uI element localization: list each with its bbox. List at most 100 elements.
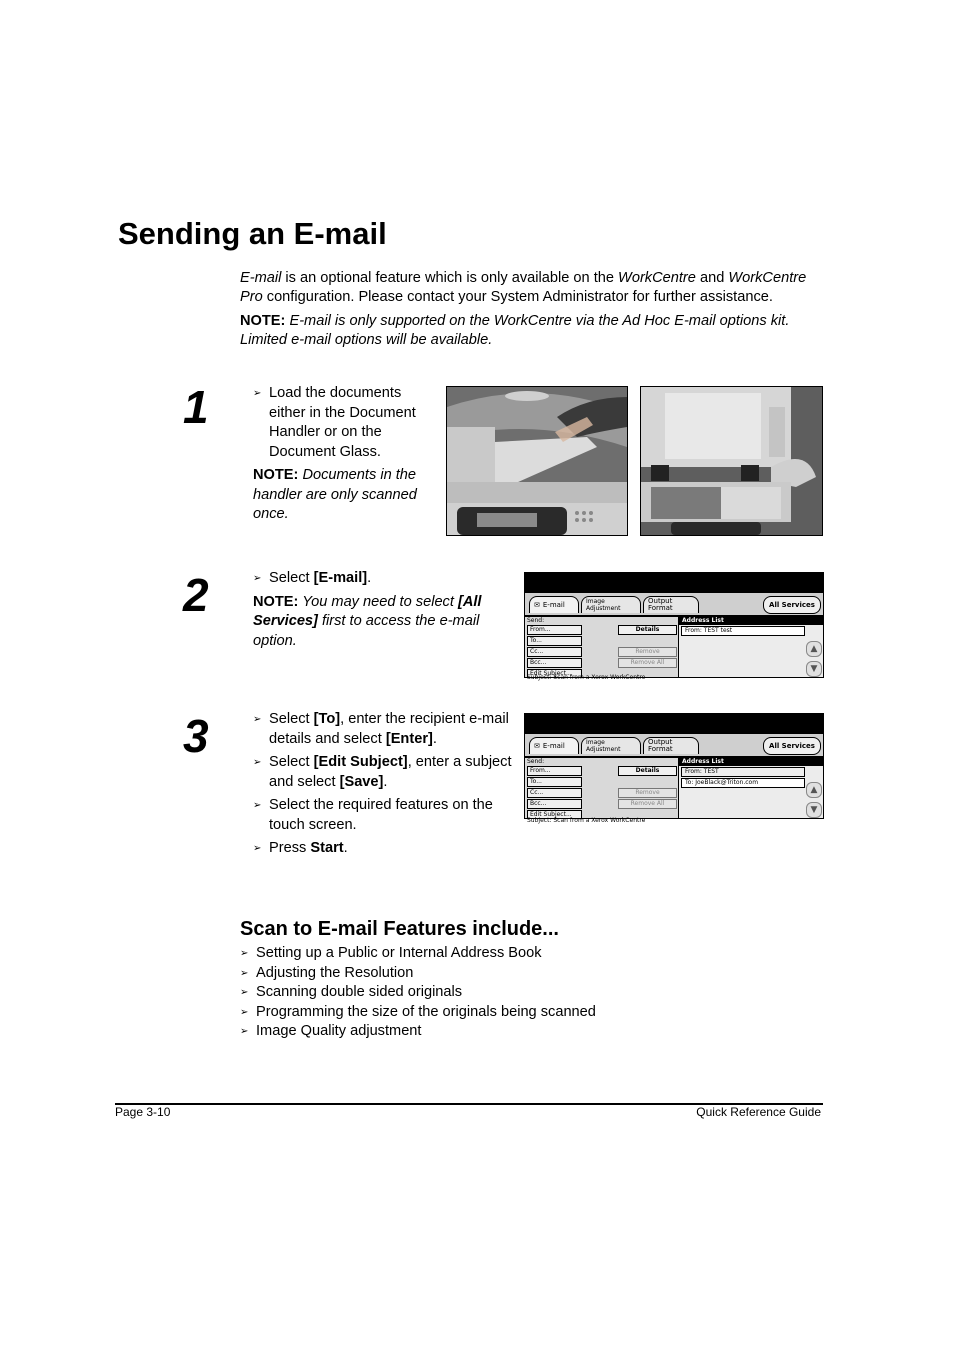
feature-item: ➢ Scanning double sided originals — [240, 983, 596, 1003]
bullet-text: . — [367, 570, 372, 586]
scroll-down-icon[interactable]: ▼ — [806, 661, 822, 677]
features-heading: Scan to E-mail Features include... — [240, 918, 559, 940]
step-3-bullet: ➢ Press Start. — [253, 839, 513, 859]
email-icon: ✉ — [534, 741, 540, 750]
bullet-text: . — [432, 730, 437, 747]
features-section: Scan to E-mail Features include... ➢ Sett… — [240, 918, 596, 1042]
details-button[interactable]: Details — [618, 625, 677, 635]
remove-all-button[interactable]: Remove All — [618, 658, 677, 668]
send-panel: Send: From... To... Cc... Bcc... Edit Su… — [525, 617, 679, 677]
bcc-button[interactable]: Bcc... — [527, 799, 582, 809]
bullet-arrow-icon: ➢ — [253, 388, 262, 399]
step-number-3: 3 — [183, 710, 209, 762]
step-2-bullet: ➢ Select [E-mail]. — [253, 569, 503, 589]
address-list-header: Address List — [679, 758, 823, 766]
feature-item: ➢ Programming the size of the originals b… — [240, 1003, 596, 1023]
step-3-bullet: ➢ Select [Edit Subject], enter a subject … — [253, 753, 513, 792]
bullet-arrow-icon: ➢ — [240, 1026, 249, 1037]
tab-output-format[interactable]: Output Format — [643, 737, 699, 754]
note-text: E-mail is only supported on the WorkCent… — [240, 313, 790, 348]
details-button[interactable]: Details — [618, 766, 677, 776]
intro-paragraph: E-mail is an optional feature which is o… — [240, 269, 830, 307]
subject-line: Subject: Scan from a Xerox WorkCentre — [527, 674, 646, 681]
all-services-button[interactable]: All Services — [763, 737, 821, 755]
tab-email[interactable]: ✉ E-mail — [529, 737, 579, 754]
remove-button[interactable]: Remove — [618, 788, 677, 798]
address-list: Address List From: TEST test ▲ ▼ — [679, 617, 823, 677]
from-button[interactable]: From... — [527, 625, 582, 635]
bullet-arrow-icon: ➢ — [240, 1006, 249, 1018]
email-icon: ✉ — [534, 600, 540, 609]
intro-em-email: E-mail — [240, 270, 282, 286]
send-label: Send: — [527, 758, 545, 765]
bullet-arrow-icon: ➢ — [253, 843, 262, 854]
scroll-up-icon[interactable]: ▲ — [806, 782, 822, 798]
tab-label: Image — [586, 598, 605, 605]
tab-label: Output Format — [648, 738, 673, 753]
bcc-button[interactable]: Bcc... — [527, 658, 582, 668]
note-label: NOTE: — [253, 467, 299, 483]
subject-line: Subject: Scan from a Xerox WorkCentre — [527, 817, 646, 824]
intro-text: and — [695, 270, 729, 286]
bullet-bold: [To] — [313, 711, 341, 727]
screen-header — [525, 714, 823, 734]
scroll-down-icon[interactable]: ▼ — [806, 802, 822, 818]
feature-item: ➢ Adjusting the Resolution — [240, 964, 596, 984]
tab-output-format[interactable]: Output Format — [643, 596, 699, 613]
bullet-text: Select — [269, 711, 314, 727]
cc-button[interactable]: Cc... — [527, 647, 582, 657]
step-number-1: 1 — [183, 381, 209, 433]
note-label: NOTE: — [240, 313, 286, 329]
note-label: NOTE: — [253, 593, 299, 610]
tab-image-adjustment[interactable]: Image Adjustment — [581, 596, 641, 613]
bullet-arrow-icon: ➢ — [253, 714, 262, 725]
bullet-arrow-icon: ➢ — [240, 967, 249, 979]
all-services-button[interactable]: All Services — [763, 596, 821, 614]
to-button[interactable]: To... — [527, 777, 582, 787]
address-entry[interactable]: To: JoeBlack@Triton.com — [681, 778, 805, 788]
send-label: Send: — [527, 617, 545, 624]
tab-label: Output Format — [648, 597, 673, 612]
intro-section: E-mail is an optional feature which is o… — [240, 269, 830, 355]
screen-body: Send: From... To... Cc... Bcc... Edit Su… — [525, 617, 823, 677]
to-button[interactable]: To... — [527, 636, 582, 646]
feature-text: Adjusting the Resolution — [256, 964, 414, 981]
bullet-text: Select — [269, 754, 314, 770]
tab-label: Image — [586, 739, 605, 746]
remove-all-button[interactable]: Remove All — [618, 799, 677, 809]
page-title: Sending an E-mail — [118, 216, 387, 251]
bullet-arrow-icon: ➢ — [240, 948, 249, 959]
bullet-text: Press — [269, 840, 311, 856]
bullet-bold: [Enter] — [385, 730, 433, 747]
bullet-arrow-icon: ➢ — [253, 800, 262, 811]
intro-note: NOTE: E-mail is only supported on the Wo… — [240, 312, 830, 350]
step-2-text: ➢ Select [E-mail]. NOTE: You may need to … — [253, 569, 503, 651]
address-entry[interactable]: From: TEST — [681, 767, 805, 777]
tab-label: Adjustment — [586, 746, 621, 753]
bullet-text: . — [383, 773, 388, 790]
address-list: Address List From: TEST To: JoeBlack@Tri… — [679, 758, 823, 818]
note-text: You may need to select — [298, 593, 458, 610]
bullet-arrow-icon: ➢ — [253, 757, 262, 768]
tab-label: E-mail — [542, 600, 565, 609]
feature-text: Setting up a Public or Internal Address … — [256, 945, 542, 961]
document-handler-photo — [446, 386, 628, 536]
bullet-bold: Start — [310, 840, 344, 856]
remove-button[interactable]: Remove — [618, 647, 677, 657]
send-panel: Send: From... To... Cc... Bcc... Edit Su… — [525, 758, 679, 818]
bullet-text: Select — [269, 570, 314, 586]
from-button[interactable]: From... — [527, 766, 582, 776]
bullet-text: Select the required features on the touc… — [269, 797, 493, 833]
bullet-arrow-icon: ➢ — [240, 987, 249, 998]
step-2-note: NOTE: You may need to select [All Servic… — [253, 593, 503, 652]
intro-em-workcentre: WorkCentre — [618, 270, 696, 286]
tab-email[interactable]: ✉ E-mail — [529, 596, 579, 613]
intro-text: is an optional feature which is only ava… — [281, 270, 619, 286]
tab-image-adjustment[interactable]: Image Adjustment — [581, 737, 641, 754]
step-1-note: NOTE: Documents in the handler are only … — [253, 466, 433, 525]
scroll-up-icon[interactable]: ▲ — [806, 641, 822, 657]
intro-text: configuration. Please contact your Syste… — [262, 289, 773, 305]
address-entry[interactable]: From: TEST test — [681, 626, 805, 636]
bullet-text: . — [343, 840, 348, 856]
cc-button[interactable]: Cc... — [527, 788, 582, 798]
